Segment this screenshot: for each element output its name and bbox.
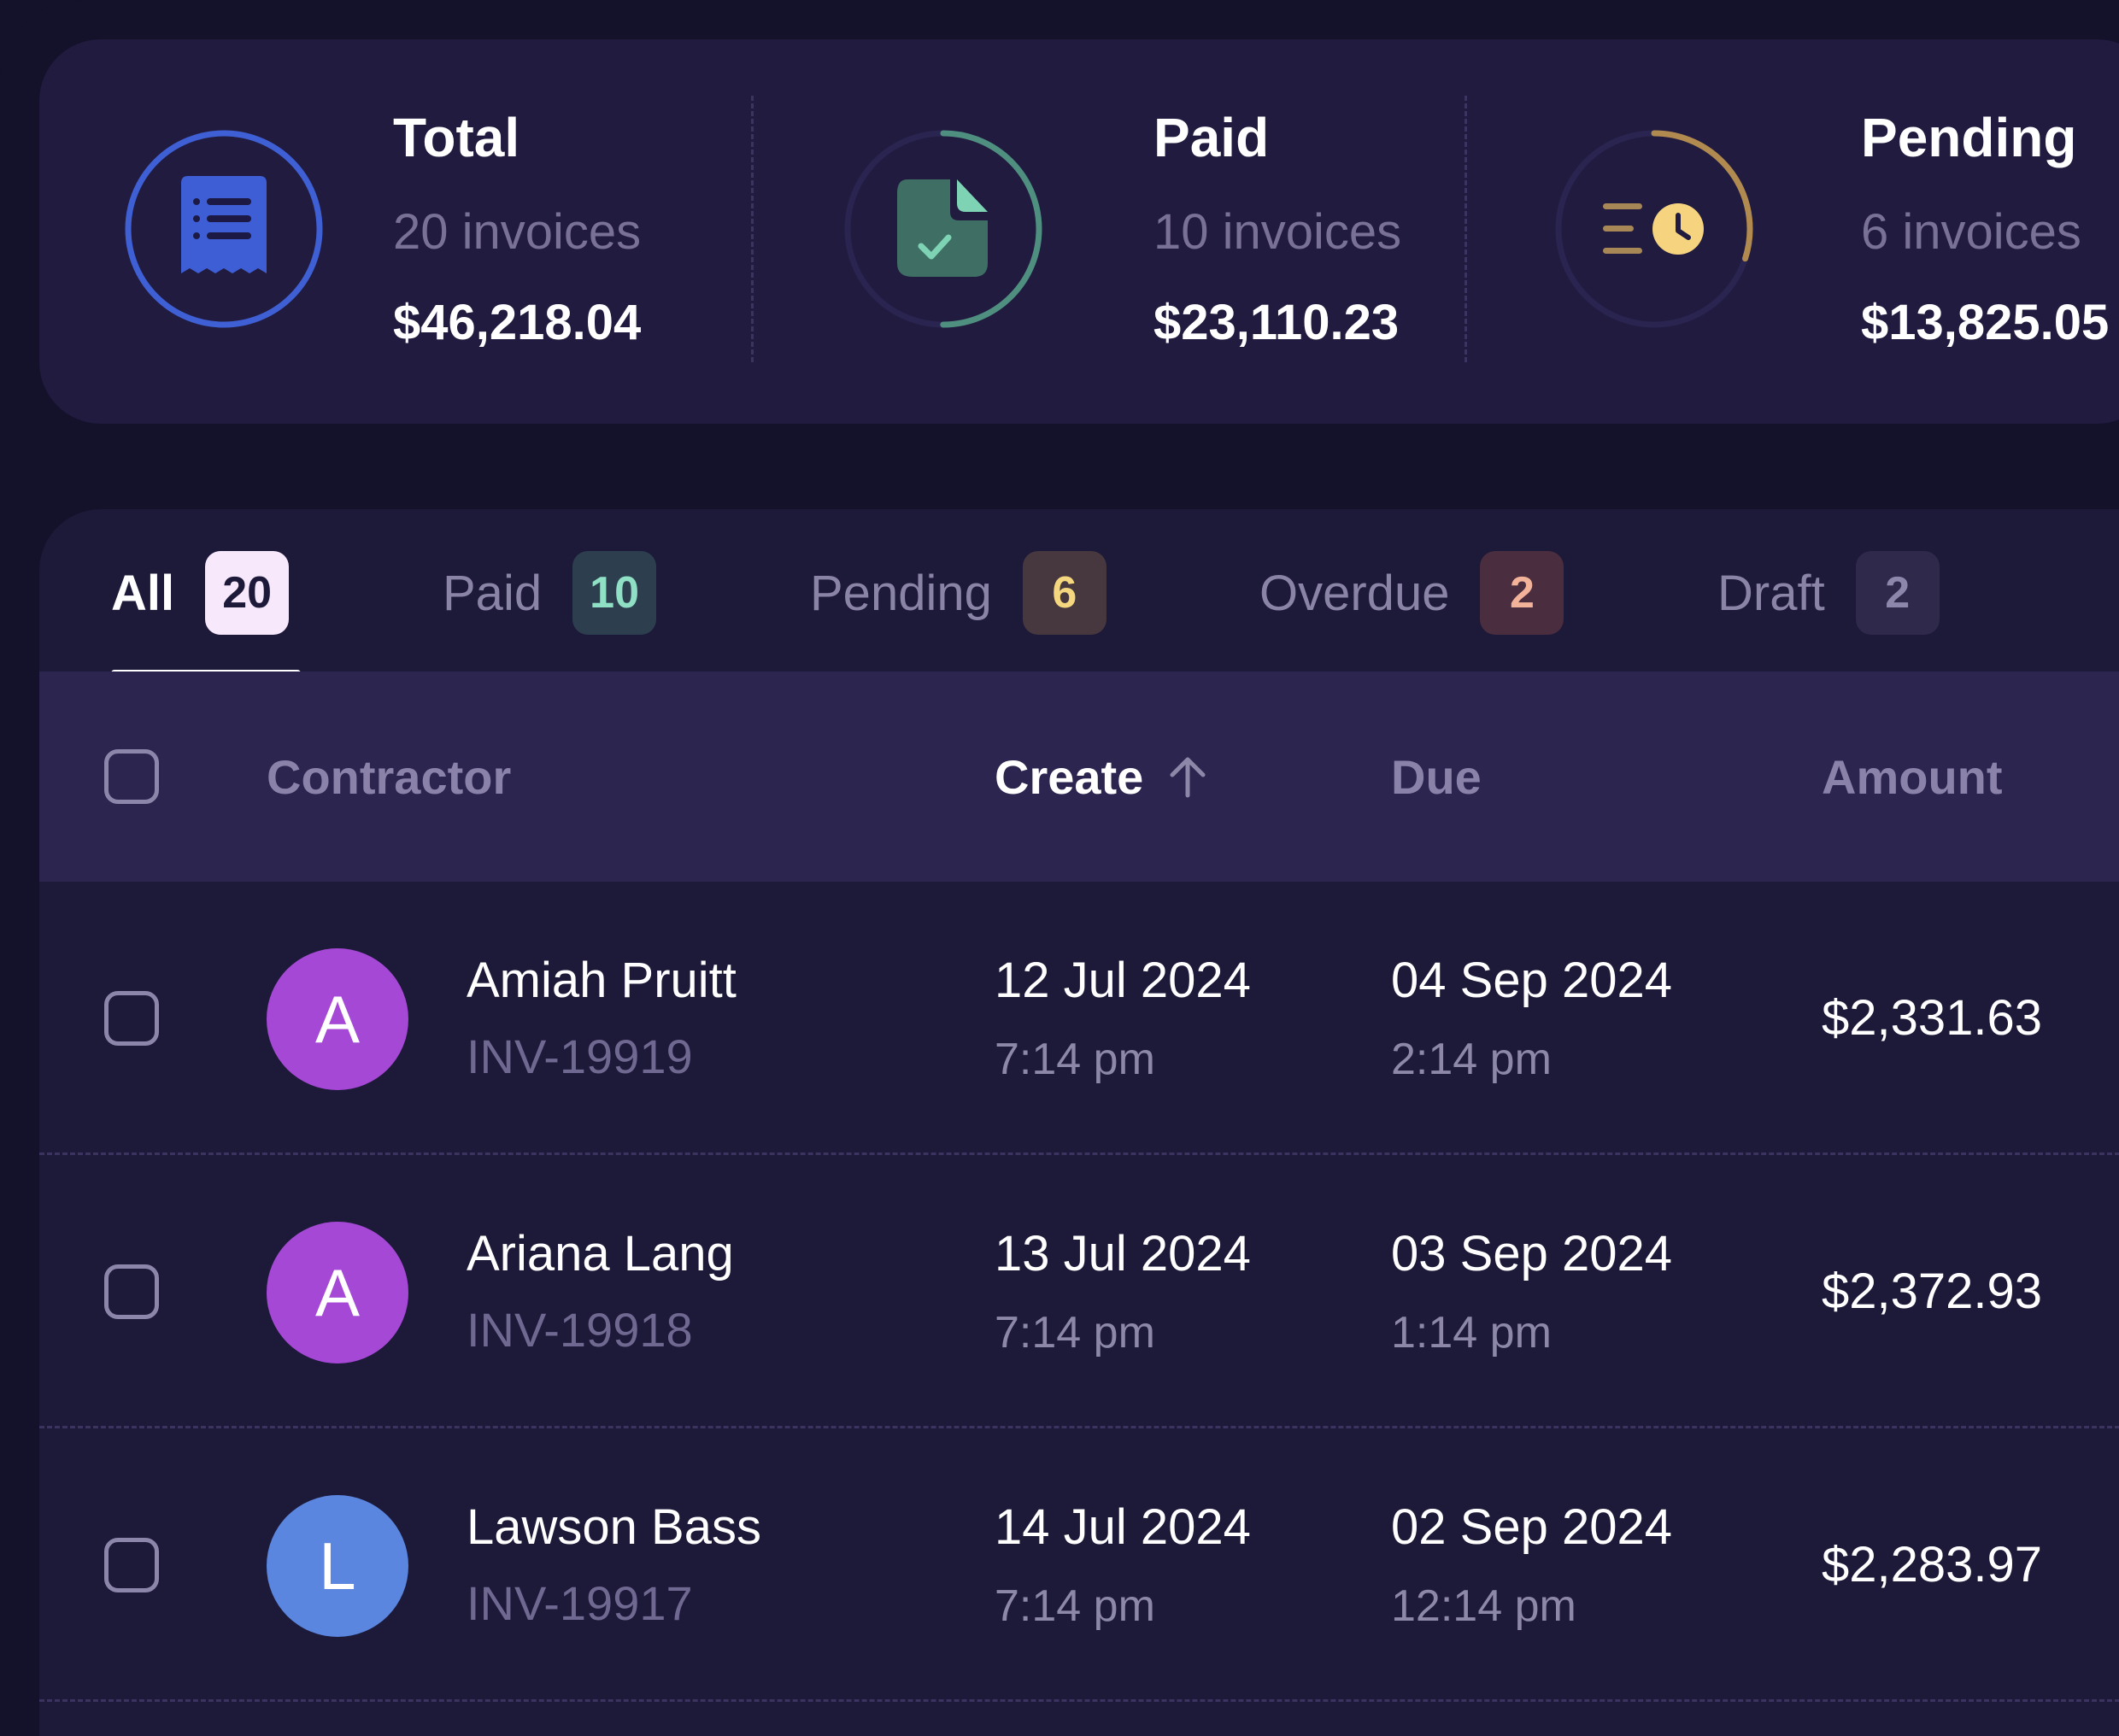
due-date: 04 Sep 2024 xyxy=(1391,953,1672,1008)
summary-divider xyxy=(1465,96,1467,362)
summary-amount: $23,110.23 xyxy=(1153,295,1400,350)
tab-label: Overdue xyxy=(1259,565,1450,621)
paid-progress-ring xyxy=(841,126,1046,331)
due-time: 12:14 pm xyxy=(1391,1581,1576,1631)
row-checkbox[interactable] xyxy=(104,1264,159,1319)
tab-overdue[interactable]: Overdue 2 xyxy=(1259,550,1564,636)
tab-label: Pending xyxy=(810,565,992,621)
avatar: A xyxy=(267,1222,408,1364)
avatar: L xyxy=(267,1495,408,1637)
due-time: 1:14 pm xyxy=(1391,1308,1552,1358)
summary-amount: $13,825.05 xyxy=(1861,295,2110,350)
tab-count-badge: 2 xyxy=(1855,551,1940,635)
create-date: 13 Jul 2024 xyxy=(995,1226,1251,1281)
tab-draft[interactable]: Draft 2 xyxy=(1717,550,1940,636)
column-due[interactable]: Due xyxy=(1391,672,1482,882)
tab-count-badge: 20 xyxy=(205,551,290,635)
app-frame: Total 20 invoices $46,218.04 Paid 10 inv… xyxy=(0,0,2119,1736)
due-time: 2:14 pm xyxy=(1391,1035,1552,1084)
invoice-number: INV-19918 xyxy=(467,1303,693,1357)
total-progress-ring xyxy=(121,126,326,331)
row-checkbox[interactable] xyxy=(104,1538,159,1592)
create-time: 7:14 pm xyxy=(995,1035,1155,1084)
summary-title: Paid xyxy=(1153,107,1270,168)
tab-count-badge: 2 xyxy=(1480,551,1564,635)
summary-count: 20 invoices xyxy=(393,204,642,260)
column-create-label: Create xyxy=(995,749,1144,804)
tab-count-badge: 6 xyxy=(1022,551,1106,635)
column-contractor[interactable]: Contractor xyxy=(267,672,511,882)
tab-pending[interactable]: Pending 6 xyxy=(810,550,1106,636)
invoice-amount: $2,331.63 xyxy=(1822,990,2043,1046)
sort-ascending-icon xyxy=(1170,757,1206,798)
column-create[interactable]: Create xyxy=(995,672,1213,882)
row-divider xyxy=(39,1699,2119,1702)
invoice-number: INV-19919 xyxy=(467,1029,693,1083)
contractor-name: Amiah Pruitt xyxy=(467,953,737,1008)
document-check-icon xyxy=(897,179,988,277)
invoice-amount: $2,372.93 xyxy=(1822,1264,2043,1319)
receipt-icon xyxy=(181,176,267,273)
tab-label: Paid xyxy=(443,565,543,621)
due-date: 02 Sep 2024 xyxy=(1391,1499,1672,1555)
summary-title: Total xyxy=(393,107,520,168)
table-row[interactable]: L Lawson Bass INV-19917 14 Jul 2024 7:14… xyxy=(39,1428,2119,1702)
create-date: 12 Jul 2024 xyxy=(995,953,1251,1008)
tab-count-badge: 10 xyxy=(572,551,657,635)
summary-title: Pending xyxy=(1861,107,2077,168)
clock-list-icon xyxy=(1603,203,1704,255)
row-checkbox[interactable] xyxy=(104,991,159,1046)
tab-label: All xyxy=(111,565,175,621)
create-date: 14 Jul 2024 xyxy=(995,1499,1251,1555)
create-time: 7:14 pm xyxy=(995,1581,1155,1631)
contractor-name: Ariana Lang xyxy=(467,1226,734,1281)
select-all-checkbox[interactable] xyxy=(104,749,159,804)
summary-divider xyxy=(751,96,754,362)
summary-amount: $46,218.04 xyxy=(393,295,642,350)
table-header: Contractor Create Due Amount xyxy=(39,672,2119,882)
invoice-number: INV-19917 xyxy=(467,1576,693,1630)
tab-paid[interactable]: Paid 10 xyxy=(443,550,657,636)
status-tabs: All 20 Paid 10 Pending 6 Overdue 2 Draft… xyxy=(39,509,2119,677)
invoice-list-card: All 20 Paid 10 Pending 6 Overdue 2 Draft… xyxy=(39,509,2119,1736)
contractor-name: Lawson Bass xyxy=(467,1499,761,1555)
summary-count: 6 invoices xyxy=(1861,204,2081,260)
summary-count: 10 invoices xyxy=(1153,204,1402,260)
create-time: 7:14 pm xyxy=(995,1308,1155,1358)
avatar: A xyxy=(267,948,408,1090)
column-amount[interactable]: Amount xyxy=(1822,672,2003,882)
table-row[interactable]: A Ariana Lang INV-19918 13 Jul 2024 7:14… xyxy=(39,1155,2119,1428)
invoice-summary-panel: Total 20 invoices $46,218.04 Paid 10 inv… xyxy=(39,39,2119,424)
table-row[interactable]: A Amiah Pruitt INV-19919 12 Jul 2024 7:1… xyxy=(39,882,2119,1155)
invoice-amount: $2,283.97 xyxy=(1822,1537,2043,1592)
due-date: 03 Sep 2024 xyxy=(1391,1226,1672,1281)
pending-progress-ring xyxy=(1552,126,1757,331)
summary-total[interactable]: Total 20 invoices $46,218.04 xyxy=(39,39,791,424)
tab-label: Draft xyxy=(1717,565,1825,621)
summary-pending[interactable]: Pending 6 invoices $13,825.05 xyxy=(1509,39,2119,424)
tab-all[interactable]: All 20 xyxy=(111,550,290,636)
summary-paid[interactable]: Paid 10 invoices $23,110.23 xyxy=(791,39,1509,424)
